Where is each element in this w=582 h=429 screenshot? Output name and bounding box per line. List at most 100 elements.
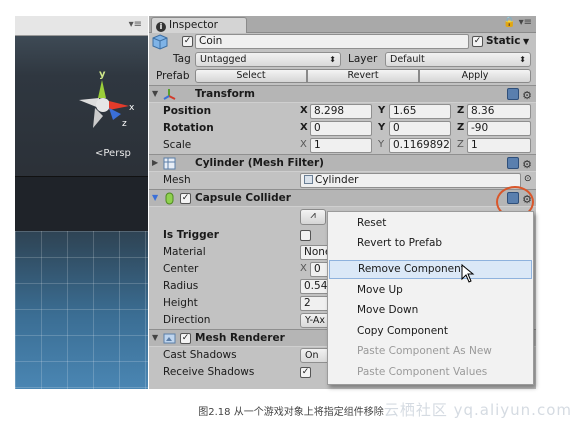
transform-scale-row: Scale X 1 Y 0.1169892 Z 1: [149, 137, 536, 154]
gameobject-cube-icon: [152, 34, 168, 50]
component-header-icons: ⚙: [507, 88, 532, 102]
radius-label: Radius: [163, 280, 199, 292]
is-trigger-checkbox[interactable]: [300, 230, 311, 241]
menu-item-remove-component[interactable]: Remove Component: [329, 260, 532, 279]
gizmo-x-label: x: [129, 103, 135, 113]
tag-dropdown[interactable]: Untagged ⬍: [195, 52, 341, 67]
receive-shadows-checkbox[interactable]: ✓: [300, 367, 311, 378]
gizmo-center-cube: [96, 98, 110, 112]
mesh-value: Cylinder: [315, 174, 359, 186]
scale-y-field[interactable]: 0.1169892: [389, 138, 451, 153]
menu-item-move-up[interactable]: Move Up: [329, 281, 532, 300]
scale-z-field[interactable]: 1: [467, 138, 531, 153]
menu-item-copy-component[interactable]: Copy Component: [329, 322, 532, 341]
prefab-label: Prefab: [156, 70, 190, 82]
is-trigger-label: Is Trigger: [163, 229, 219, 241]
static-checkbox[interactable]: ✓: [472, 36, 483, 47]
menu-item-reset[interactable]: Reset: [329, 214, 532, 233]
help-book-icon[interactable]: [507, 88, 520, 100]
menu-item-paste-component-as-new: Paste Component As New: [357, 345, 492, 357]
foldout-arrow-icon[interactable]: ▼: [152, 89, 158, 98]
center-label: Center: [163, 263, 199, 275]
tag-label: Tag: [173, 53, 191, 65]
tab-inspector[interactable]: i Inspector: [151, 17, 247, 33]
gizmo-x-cone: [109, 101, 129, 110]
cast-shadows-label: Cast Shadows: [163, 349, 237, 361]
gizmo-y-cone: [98, 80, 106, 98]
mesh-icon: [304, 175, 313, 184]
rotation-x-field[interactable]: 0: [310, 121, 372, 136]
rotation-z-field[interactable]: -90: [467, 121, 531, 136]
material-label: Material: [163, 246, 206, 258]
watermark-text: 云栖社区 yq.aliyun.com: [383, 401, 572, 419]
help-book-icon[interactable]: [507, 157, 520, 169]
gear-icon[interactable]: ⚙: [522, 89, 532, 102]
z-label: Z: [457, 122, 465, 133]
foldout-arrow-icon[interactable]: ▼: [152, 193, 158, 202]
scale-label: Scale: [163, 139, 192, 151]
mesh-object-field[interactable]: Cylinder: [300, 173, 521, 188]
object-picker-icon[interactable]: ⊙: [524, 174, 532, 184]
component-header-icons: ⚙: [507, 157, 532, 171]
layer-dropdown[interactable]: Default ⬍: [385, 52, 531, 67]
foldout-arrow-icon[interactable]: ▶: [152, 158, 158, 167]
edit-collider-button[interactable]: ⩘: [300, 209, 326, 225]
scene-toolbar: ▾≡: [15, 16, 148, 36]
scene-view[interactable]: ▾≡ y x z <Persp: [15, 16, 148, 389]
mesh-row: Mesh Cylinder ⊙: [149, 172, 536, 189]
y-label: Y: [378, 139, 385, 150]
mesh-renderer-enabled-checkbox[interactable]: ✓: [180, 333, 191, 344]
dropdown-caret-icon: ⬍: [519, 55, 526, 64]
gear-icon[interactable]: ⚙: [522, 158, 532, 171]
transform-icon: [163, 89, 176, 100]
mesh-renderer-icon: [163, 333, 176, 344]
scene-orientation-gizmo[interactable]: y x z: [73, 68, 143, 138]
layer-label: Layer: [348, 53, 378, 65]
info-icon: i: [156, 22, 166, 32]
rotation-y-field[interactable]: 0: [389, 121, 451, 136]
prefab-select-button[interactable]: Select: [195, 69, 307, 83]
mesh-filter-icon: [163, 157, 176, 170]
tag-value: Untagged: [200, 54, 247, 65]
menu-item-paste-component-values: Paste Component Values: [357, 366, 488, 378]
mesh-renderer-title: Mesh Renderer: [195, 332, 285, 344]
mesh-filter-header[interactable]: ▶ Cylinder (Mesh Filter) ⚙: [149, 154, 536, 172]
tab-inspector-label: Inspector: [169, 19, 218, 31]
x-label: X: [300, 105, 308, 116]
foldout-arrow-icon[interactable]: ▼: [152, 333, 158, 342]
menu-icon[interactable]: ▾≡: [129, 19, 142, 30]
position-label: Position: [163, 105, 212, 117]
x-label: X: [300, 122, 308, 133]
lock-and-menu-icon[interactable]: 🔒 ▾≡: [503, 17, 532, 28]
menu-item-move-down[interactable]: Move Down: [329, 301, 532, 320]
position-x-field[interactable]: 8.298: [310, 104, 372, 119]
menu-item-revert-to-prefab[interactable]: Revert to Prefab: [329, 234, 532, 253]
y-label: Y: [378, 122, 386, 133]
prefab-revert-button[interactable]: Revert: [307, 69, 419, 83]
object-name-field[interactable]: Coin: [195, 34, 469, 49]
prefab-apply-button[interactable]: Apply: [419, 69, 531, 83]
receive-shadows-label: Receive Shadows: [163, 366, 255, 378]
capsule-collider-header[interactable]: ▼ ✓ Capsule Collider ⚙: [149, 189, 536, 207]
static-label: Static: [486, 35, 521, 47]
object-active-checkbox[interactable]: ✓: [182, 36, 193, 47]
transform-rotation-row: Rotation X 0 Y 0 Z -90: [149, 120, 536, 137]
capsule-collider-enabled-checkbox[interactable]: ✓: [180, 193, 191, 204]
x-label: X: [300, 139, 307, 150]
z-label: Z: [457, 105, 465, 116]
inspector-tabbar: i Inspector 🔒 ▾≡: [149, 16, 536, 33]
capsule-collider-icon: [165, 192, 174, 205]
position-z-field[interactable]: 8.36: [467, 104, 531, 119]
object-header-row: ✓ Coin ✓ Static ▼: [149, 33, 536, 51]
position-y-field[interactable]: 1.65: [389, 104, 451, 119]
mouse-cursor-icon: [461, 264, 475, 283]
dropdown-caret-icon: ⬍: [329, 55, 336, 64]
scale-x-field[interactable]: 1: [310, 138, 372, 153]
gizmo-neg-x-cone: [79, 98, 99, 108]
x-label: X: [300, 263, 307, 274]
perspective-label[interactable]: <Persp: [95, 148, 131, 159]
scene-grid: [15, 231, 148, 389]
static-dropdown-icon[interactable]: ▼: [523, 37, 529, 46]
rotation-label: Rotation: [163, 122, 214, 134]
transform-header[interactable]: ▼ Transform ⚙: [149, 85, 536, 103]
